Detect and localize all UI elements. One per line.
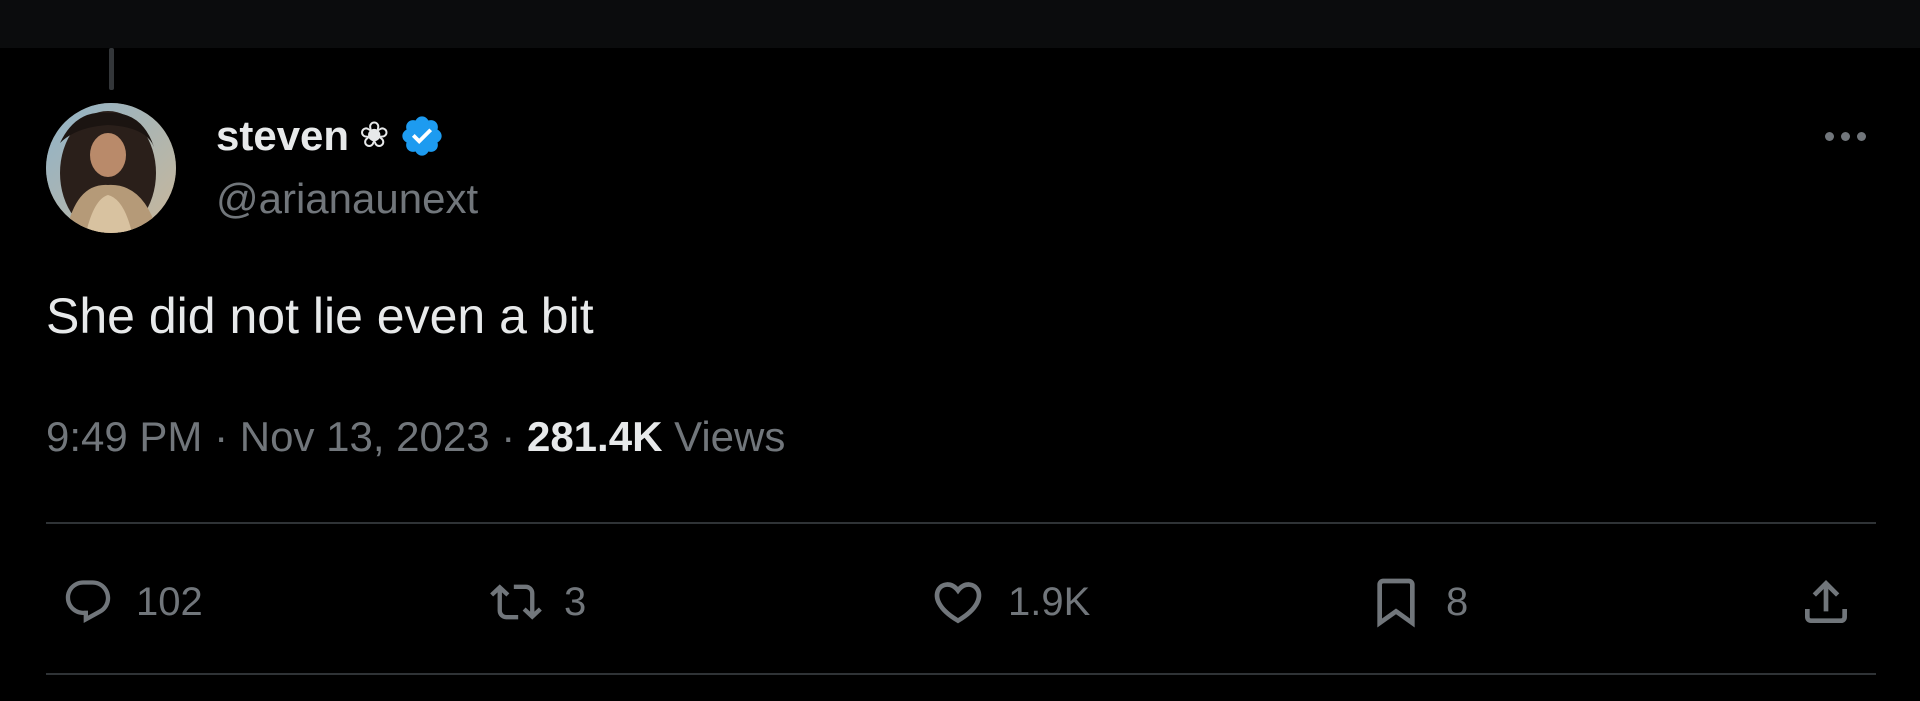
bookmark-count: 8 <box>1446 580 1469 624</box>
thread-connector-line <box>109 48 114 90</box>
reply-count: 102 <box>136 580 203 624</box>
share-button[interactable] <box>1798 570 1854 634</box>
flower-emoji-icon: ❀ <box>359 115 390 156</box>
tweet-meta-row: 9:49 PM · Nov 13, 2023 · 281.4K Views <box>46 412 785 462</box>
heart-icon <box>934 582 982 624</box>
avatar[interactable] <box>46 103 176 233</box>
bookmark-button[interactable]: 8 <box>1368 570 1468 634</box>
meta-separator: · <box>214 413 229 460</box>
bookmark-icon <box>1377 578 1415 628</box>
like-button[interactable]: 1.9K <box>930 570 1090 634</box>
meta-separator: · <box>501 413 516 460</box>
share-icon <box>1805 580 1847 623</box>
author-handle[interactable]: @arianaunext <box>216 175 478 222</box>
more-dot-icon <box>1840 131 1850 141</box>
reply-icon <box>65 580 111 624</box>
retweet-icon <box>490 584 542 620</box>
verified-badge-icon <box>399 113 445 159</box>
more-dot-icon <box>1856 131 1866 141</box>
views-label: Views <box>674 413 786 460</box>
retweet-button[interactable]: 3 <box>490 570 586 634</box>
author-name-row: steven ❀ <box>216 108 445 164</box>
tweet-date[interactable]: Nov 13, 2023 <box>240 413 490 460</box>
avatar-image <box>46 103 176 233</box>
retweet-count: 3 <box>564 580 587 624</box>
tweet-text: She did not lie even a bit <box>46 288 594 344</box>
more-options-button[interactable] <box>1815 118 1875 154</box>
top-bar <box>0 0 1920 48</box>
tweet-time[interactable]: 9:49 PM <box>46 413 202 460</box>
divider <box>46 522 1876 524</box>
more-dot-icon <box>1824 131 1834 141</box>
views-count: 281.4K <box>526 413 663 460</box>
author-display-name[interactable]: steven <box>216 115 349 157</box>
like-count: 1.9K <box>1008 580 1091 624</box>
reply-button[interactable]: 102 <box>62 570 203 634</box>
divider <box>46 673 1876 675</box>
